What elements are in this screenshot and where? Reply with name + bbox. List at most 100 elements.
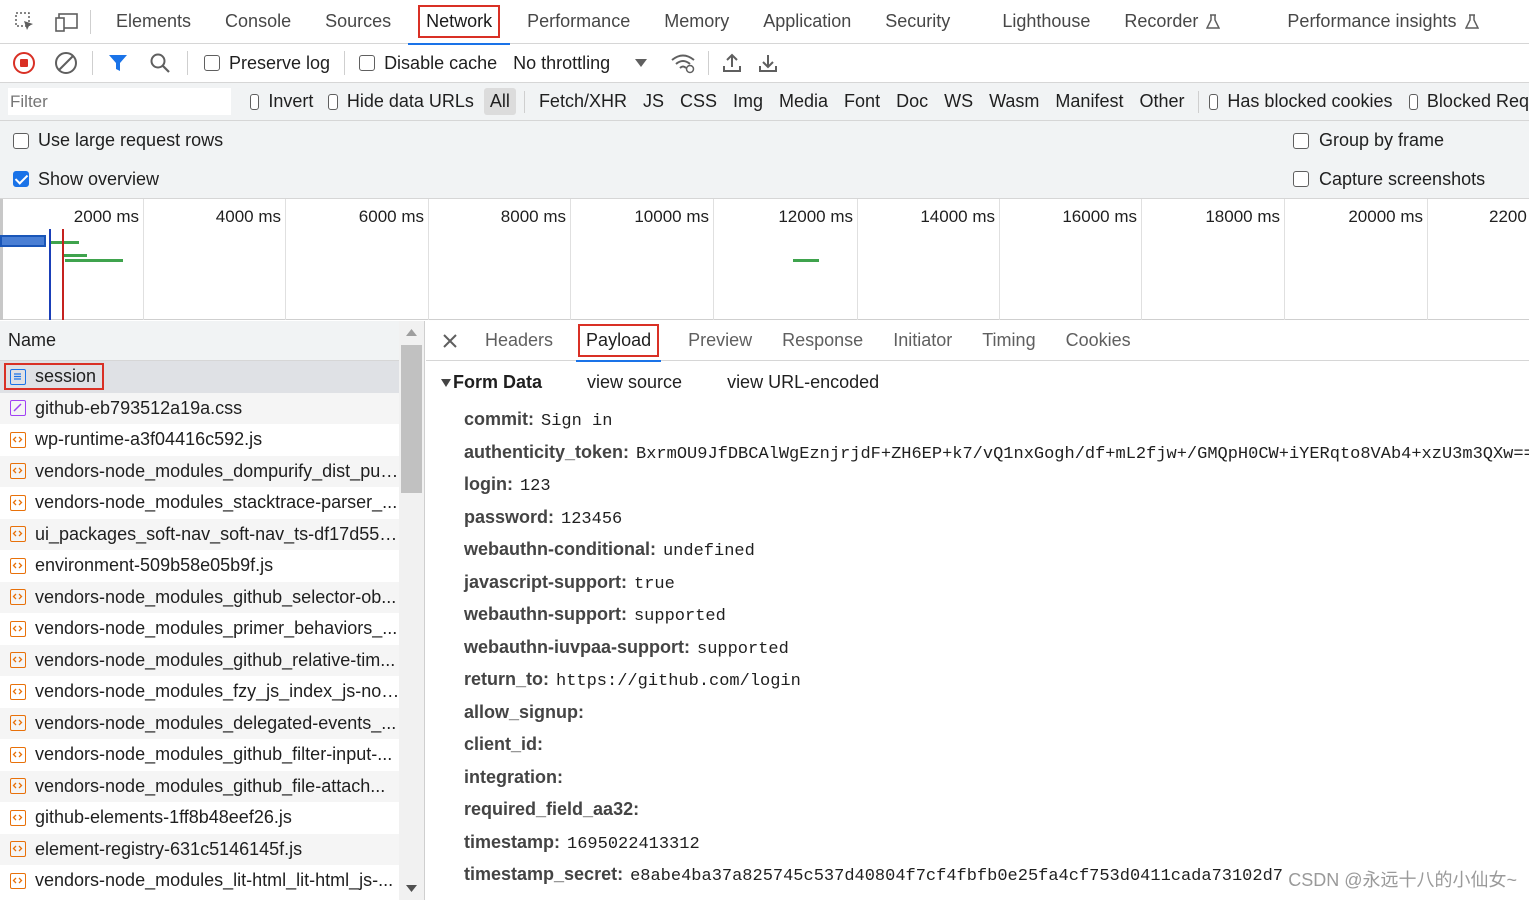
overview-left-handle[interactable]: [0, 199, 3, 320]
form-field-value[interactable]: supported: [634, 607, 726, 626]
throttling-select[interactable]: No throttling: [513, 53, 648, 74]
tab-lighthouse[interactable]: Lighthouse: [985, 0, 1107, 44]
network-overview-timeline[interactable]: 2000 ms 4000 ms 6000 ms 8000 ms 10000 ms…: [0, 199, 1529, 320]
tab-performance-insights[interactable]: Performance insights: [1270, 0, 1495, 44]
type-filter-img[interactable]: Img: [727, 88, 769, 115]
disable-cache-checkbox[interactable]: [359, 55, 376, 71]
search-icon[interactable]: [149, 52, 171, 74]
tab-security[interactable]: Security: [868, 0, 985, 44]
request-row[interactable]: github-eb793512a19a.css: [0, 392, 400, 424]
type-filter-media[interactable]: Media: [773, 88, 834, 115]
filter-funnel-icon[interactable]: [107, 52, 129, 74]
hide-data-urls-checkbox[interactable]: [328, 93, 338, 110]
name-column-header[interactable]: Name: [0, 321, 400, 361]
type-filter-other[interactable]: Other: [1133, 88, 1190, 115]
form-field-value[interactable]: undefined: [663, 542, 755, 561]
request-row[interactable]: vendors-node_modules_github_relative-tim…: [0, 644, 400, 676]
type-filter-fetch-xhr[interactable]: Fetch/XHR: [533, 88, 633, 115]
network-conditions-wifi-icon[interactable]: [670, 52, 696, 74]
section-title: Form Data: [453, 372, 543, 392]
form-field-value[interactable]: Sign in: [541, 412, 612, 431]
tab-network[interactable]: Network: [408, 0, 511, 45]
tab-recorder[interactable]: Recorder: [1107, 0, 1270, 44]
filter-input[interactable]: [8, 88, 231, 115]
type-filter-wasm[interactable]: Wasm: [983, 88, 1045, 115]
tab-headers[interactable]: Headers: [470, 321, 568, 361]
request-row[interactable]: vendors-node_modules_github_selector-ob.…: [0, 581, 400, 613]
close-icon[interactable]: [442, 333, 458, 349]
script-file-icon: [10, 620, 26, 637]
scrollbar-thumb[interactable]: [401, 345, 422, 493]
type-filter-doc[interactable]: Doc: [890, 88, 934, 115]
view-url-encoded-link[interactable]: view URL-encoded: [727, 372, 879, 393]
request-row[interactable]: vendors-node_modules_delegated-events_..…: [0, 707, 400, 739]
tab-cookies[interactable]: Cookies: [1051, 321, 1146, 361]
tab-elements[interactable]: Elements: [99, 0, 208, 44]
timeline-gridline: [999, 199, 1000, 320]
timeline-tick-label: 2000 ms: [73, 207, 139, 226]
import-har-upload-icon[interactable]: [721, 52, 743, 74]
view-source-link[interactable]: view source: [587, 372, 682, 393]
tab-application[interactable]: Application: [746, 0, 868, 44]
form-data-section-header[interactable]: Form Data view source view URL-encoded: [440, 372, 879, 393]
type-filter-ws[interactable]: WS: [938, 88, 979, 115]
request-row[interactable]: vendors-node_modules_dompurify_dist_pur.…: [0, 455, 400, 487]
form-field-value[interactable]: BxrmOU9JfDBCAlWgEznjrjdF+ZH6EP+k7/vQ1nxG…: [636, 445, 1529, 464]
tab-payload[interactable]: Payload: [572, 321, 665, 362]
form-field-value[interactable]: 1695022413312: [567, 835, 700, 854]
overview-bar: [65, 259, 123, 262]
type-filter-manifest[interactable]: Manifest: [1049, 88, 1129, 115]
use-large-rows-checkbox[interactable]: [13, 132, 29, 149]
blocked-requests-label: Blocked Req: [1426, 91, 1529, 111]
tab-initiator[interactable]: Initiator: [878, 321, 967, 361]
clear-icon[interactable]: [54, 51, 78, 75]
request-row[interactable]: vendors-node_modules_primer_behaviors_..…: [0, 613, 400, 645]
request-row[interactable]: vendors-node_modules_github_filter-input…: [0, 739, 400, 771]
tab-performance[interactable]: Performance: [510, 0, 647, 44]
overview-bar-document: [0, 235, 46, 247]
has-blocked-cookies-checkbox[interactable]: [1209, 93, 1219, 110]
capture-screenshots-checkbox[interactable]: [1293, 171, 1309, 187]
stop-recording-icon[interactable]: [12, 51, 36, 75]
scroll-up-arrow-icon[interactable]: [399, 323, 424, 343]
request-row[interactable]: vendors-node_modules_fzy_js_index_js-nod…: [0, 676, 400, 708]
request-row[interactable]: vendors-node_modules_stacktrace-parser_.…: [0, 487, 400, 519]
inspect-element-icon[interactable]: [12, 11, 38, 33]
request-row[interactable]: vendors-node_modules_lit-html_lit-html_j…: [0, 865, 400, 897]
form-field-value[interactable]: 123: [520, 477, 551, 496]
tab-sources[interactable]: Sources: [308, 0, 408, 44]
request-row[interactable]: github-elements-1ff8b48eef26.js: [0, 802, 400, 834]
tab-timing[interactable]: Timing: [967, 321, 1050, 361]
tab-memory[interactable]: Memory: [647, 0, 746, 44]
preserve-log-checkbox[interactable]: [204, 55, 220, 71]
tab-preview[interactable]: Preview: [673, 321, 767, 361]
request-row[interactable]: ui_packages_soft-nav_soft-nav_ts-df17d55…: [0, 518, 400, 550]
scroll-down-arrow-icon[interactable]: [399, 878, 424, 898]
group-by-frame-checkbox[interactable]: [1293, 132, 1309, 149]
invert-checkbox[interactable]: [250, 93, 260, 110]
form-field-value[interactable]: e8abe4ba37a825745c537d40804f7cf4fbfb0e25…: [630, 867, 1283, 886]
form-field-value[interactable]: supported: [697, 640, 789, 659]
blocked-requests-checkbox[interactable]: [1408, 93, 1418, 110]
form-field-key: authenticity_token:: [464, 441, 630, 462]
type-filter-css[interactable]: CSS: [674, 88, 723, 115]
form-field-value[interactable]: true: [634, 575, 675, 594]
type-filter-font[interactable]: Font: [838, 88, 886, 115]
tab-console[interactable]: Console: [208, 0, 308, 44]
export-har-download-icon[interactable]: [757, 52, 779, 74]
type-filter-js[interactable]: JS: [637, 88, 670, 115]
request-row[interactable]: vendors-node_modules_github_file-attach.…: [0, 770, 400, 802]
request-row[interactable]: environment-509b58e05b9f.js: [0, 550, 400, 582]
tab-label: Performance: [527, 11, 631, 31]
tab-response[interactable]: Response: [767, 321, 878, 361]
device-toolbar-icon[interactable]: [54, 12, 80, 32]
scrollbar[interactable]: [399, 321, 424, 900]
tab-label: Response: [782, 330, 864, 350]
show-overview-checkbox[interactable]: [13, 171, 29, 187]
request-row[interactable]: session: [0, 361, 400, 393]
request-row[interactable]: wp-runtime-a3f04416c592.js: [0, 424, 400, 456]
form-field-value[interactable]: https://github.com/login: [556, 672, 801, 691]
request-row[interactable]: element-registry-631c5146145f.js: [0, 833, 400, 865]
type-filter-all[interactable]: All: [483, 88, 516, 115]
form-field-value[interactable]: 123456: [561, 510, 622, 529]
